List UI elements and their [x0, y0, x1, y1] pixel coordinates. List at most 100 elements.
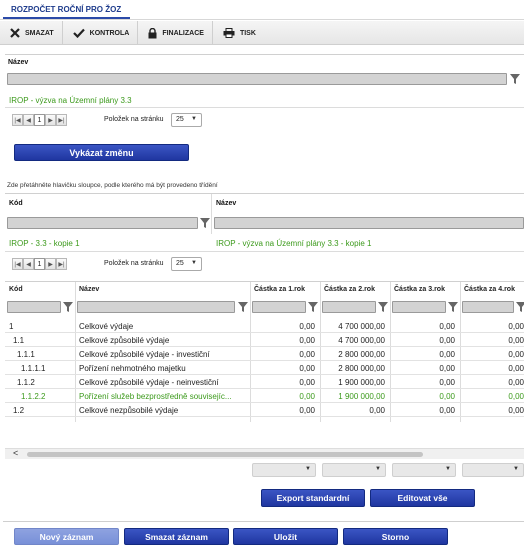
- finalizace-button[interactable]: FINALIZACE: [138, 21, 213, 45]
- group-hint: Zde přetáhněte hlavičku sloupce, podle k…: [7, 182, 218, 189]
- last-page-icon[interactable]: ▶|: [56, 114, 67, 126]
- next-page-icon[interactable]: ▶: [45, 114, 56, 126]
- table-cell-kod: 1.1: [13, 336, 25, 345]
- filter-icon[interactable]: [200, 218, 210, 228]
- title-divider: [0, 19, 524, 20]
- grid3-header-nazev[interactable]: Název: [79, 286, 99, 293]
- grid3-header-castka-3[interactable]: Částka za 3.rok: [394, 286, 445, 293]
- grid3-header-castka-4[interactable]: Částka za 4.rok: [464, 286, 515, 293]
- table-cell-c3: 0,00: [439, 406, 455, 415]
- table-cell-c4: 0,00: [508, 350, 524, 359]
- table-row[interactable]: 1 Celkové výdaje 0,00 4 700 000,00 0,00 0,00: [5, 319, 524, 333]
- grid1-divider: [5, 107, 524, 108]
- table-row[interactable]: 1.1.1.1 Pořízení nehmotného majetku 0,00 2 …: [5, 361, 524, 375]
- last-page-icon[interactable]: ▶|: [56, 258, 67, 270]
- table-cell-nazev: Pořízení nehmotného majetku: [79, 364, 186, 373]
- grid1-filter-input[interactable]: [7, 73, 507, 85]
- filter-icon[interactable]: [510, 74, 520, 84]
- table-cell-c3: 0,00: [439, 364, 455, 373]
- table-cell-nazev: Pořízení služeb bezprostředně souvisejíc…: [79, 392, 232, 401]
- scroll-left-icon[interactable]: <: [13, 448, 18, 458]
- first-page-icon[interactable]: |◀: [12, 114, 23, 126]
- table-cell-kod: 1.2: [13, 406, 25, 415]
- table-cell-c4: 0,00: [508, 392, 524, 401]
- filter-icon[interactable]: [308, 302, 318, 312]
- grid-1: Název IROP - výzva na Územní plány 3.3 |…: [5, 54, 524, 138]
- storno-button[interactable]: Storno: [343, 528, 448, 545]
- aggregate-select-4[interactable]: ▼: [462, 463, 524, 477]
- grid2-filter-kod[interactable]: [7, 217, 198, 229]
- grid1-pager: |◀ ◀ 1 ▶ ▶| Položek na stránku 25 ▼: [12, 113, 262, 128]
- chevron-down-icon: ▼: [191, 260, 197, 266]
- grid2-row-nazev[interactable]: IROP - výzva na Územní plány 3.3 - kopie…: [216, 239, 371, 248]
- kontrola-button[interactable]: KONTROLA: [63, 21, 139, 45]
- export-standardni-button[interactable]: Export standardní: [261, 489, 365, 507]
- filter-icon[interactable]: [238, 302, 248, 312]
- chevron-down-icon: ▼: [375, 466, 381, 472]
- grid3-filter-castka-4[interactable]: [462, 301, 514, 313]
- smazat-button[interactable]: SMAZAT: [0, 21, 63, 45]
- grid3-header-kod[interactable]: Kód: [9, 286, 23, 293]
- grid2-row-kod[interactable]: IROP - 3.3 - kopie 1: [9, 239, 80, 248]
- grid2-filter-nazev[interactable]: [214, 217, 524, 229]
- grid-2: Kód Název IROP - 3.3 - kopie 1 IROP - vý…: [5, 193, 524, 275]
- table-cell-c4: 0,00: [508, 364, 524, 373]
- aggregate-select-1[interactable]: ▼: [252, 463, 316, 477]
- grid3-filter-castka-2[interactable]: [322, 301, 376, 313]
- grid3-header-castka-1[interactable]: Částka za 1.rok: [254, 286, 305, 293]
- table-cell-c2: 1 900 000,00: [338, 378, 385, 387]
- filter-icon[interactable]: [516, 302, 524, 312]
- table-row[interactable]: 1.2 Celkové nezpůsobilé výdaje 0,00 0,00 0,0…: [5, 403, 524, 417]
- page-number[interactable]: 1: [34, 258, 45, 270]
- table-cell-kod: 1.1.2: [17, 378, 35, 387]
- page-number[interactable]: 1: [34, 114, 45, 126]
- table-cell-kod: 1.1.2.2: [21, 392, 46, 401]
- page-size-value: 25: [176, 116, 184, 123]
- toolbar: SMAZAT KONTROLA FINALIZACE TISK: [0, 21, 524, 45]
- filter-icon[interactable]: [448, 302, 458, 312]
- table-row[interactable]: 1.1.2.2 Pořízení služeb bezprostředně sou…: [5, 389, 524, 403]
- pager-label: Položek na stránku: [104, 260, 164, 267]
- vykazat-zmenu-button[interactable]: Vykázat změnu: [14, 144, 189, 161]
- grid3-filter-nazev[interactable]: [77, 301, 235, 313]
- table-row[interactable]: 1.1 Celkové způsobilé výdaje 0,00 4 700 000…: [5, 333, 524, 347]
- printer-icon: [223, 28, 235, 38]
- tisk-button[interactable]: TISK: [213, 21, 264, 45]
- table-cell-c1: 0,00: [299, 378, 315, 387]
- ulozit-button[interactable]: Uložit: [233, 528, 338, 545]
- grid3-filter-castka-1[interactable]: [252, 301, 306, 313]
- table-cell-c1: 0,00: [299, 336, 315, 345]
- grid3-header-castka-2[interactable]: Částka za 2.rok: [324, 286, 375, 293]
- first-page-icon[interactable]: |◀: [12, 258, 23, 270]
- table-cell-c2: 0,00: [369, 406, 385, 415]
- filter-icon[interactable]: [378, 302, 388, 312]
- filter-icon[interactable]: [63, 302, 73, 312]
- table-cell-c1: 0,00: [299, 322, 315, 331]
- prev-page-icon[interactable]: ◀: [23, 258, 34, 270]
- table-cell-c2: 2 800 000,00: [338, 364, 385, 373]
- table-row[interactable]: 1.1.1 Celkové způsobilé výdaje - investič…: [5, 347, 524, 361]
- table-cell-c4: 0,00: [508, 378, 524, 387]
- chevron-down-icon: ▼: [513, 466, 519, 472]
- grid2-header-nazev[interactable]: Název: [216, 200, 236, 207]
- grid1-header-nazev[interactable]: Název: [8, 59, 28, 66]
- scrollbar-thumb[interactable]: [27, 452, 423, 457]
- footer-divider: [3, 521, 524, 522]
- novy-zaznam-button[interactable]: Nový záznam: [14, 528, 119, 545]
- chevron-down-icon: ▼: [445, 466, 451, 472]
- table-row[interactable]: 1.1.2 Celkové způsobilé výdaje - neinvest…: [5, 375, 524, 389]
- aggregate-select-3[interactable]: ▼: [392, 463, 456, 477]
- grid1-row[interactable]: IROP - výzva na Územní plány 3.3: [9, 96, 132, 105]
- table-cell-c4: 0,00: [508, 406, 524, 415]
- prev-page-icon[interactable]: ◀: [23, 114, 34, 126]
- aggregate-select-2[interactable]: ▼: [322, 463, 386, 477]
- page-size-select[interactable]: 25 ▼: [171, 257, 202, 271]
- editovat-vse-button[interactable]: Editovat vše: [370, 489, 475, 507]
- horizontal-scrollbar[interactable]: <: [5, 448, 524, 459]
- next-page-icon[interactable]: ▶: [45, 258, 56, 270]
- smazat-zaznam-button[interactable]: Smazat záznam: [124, 528, 229, 545]
- grid3-filter-castka-3[interactable]: [392, 301, 446, 313]
- grid3-filter-kod[interactable]: [7, 301, 61, 313]
- grid2-header-kod[interactable]: Kód: [9, 200, 23, 207]
- page-size-select[interactable]: 25 ▼: [171, 113, 202, 127]
